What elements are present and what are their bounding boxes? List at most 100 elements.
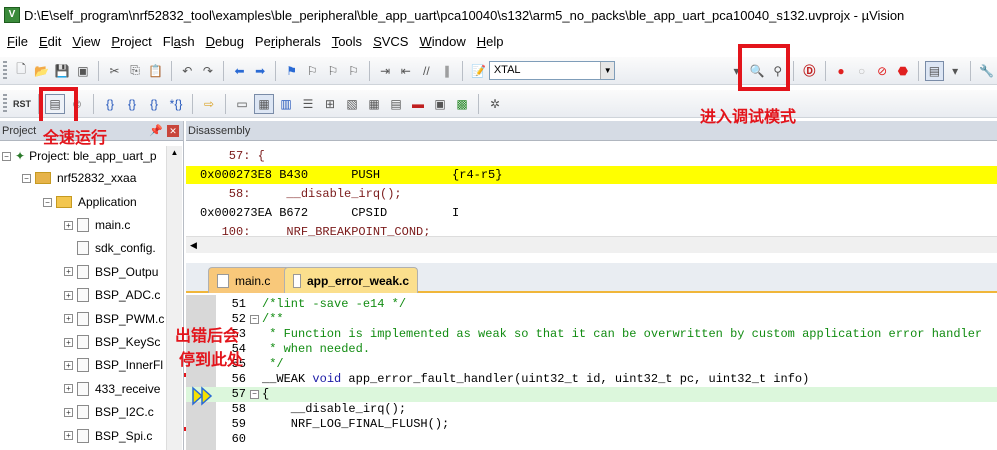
- tree-file-item[interactable]: + BSP_ADC.c: [64, 284, 160, 306]
- tree-file-item[interactable]: sdk_config.: [64, 237, 156, 259]
- scroll-left-icon[interactable]: ◀: [190, 240, 197, 250]
- pin-icon[interactable]: 📌: [149, 124, 163, 137]
- start-debug-icon[interactable]: Ⓓ: [800, 61, 819, 81]
- indent-icon[interactable]: ⇥: [376, 61, 395, 81]
- new-file-icon[interactable]: 🗋: [12, 61, 31, 81]
- show-next-statement-icon[interactable]: ⇨: [199, 94, 219, 114]
- collapse-icon[interactable]: −: [43, 197, 52, 207]
- menu-debug[interactable]: Debug: [203, 34, 252, 49]
- find-in-files-icon[interactable]: 📝: [469, 61, 488, 81]
- tree-file-item[interactable]: +433_receive: [64, 378, 160, 400]
- menu-help[interactable]: Help: [474, 34, 512, 49]
- prev-bookmark-icon[interactable]: ⚐: [303, 61, 322, 81]
- layout-dropdown-icon[interactable]: ▾: [946, 61, 965, 81]
- project-scrollbar[interactable]: ▲: [166, 146, 182, 450]
- menu-svcs[interactable]: SVCS: [370, 34, 416, 49]
- fold-icon[interactable]: −: [250, 390, 259, 399]
- code-line: 55 */: [186, 357, 997, 372]
- step-out-icon[interactable]: {}: [144, 94, 164, 114]
- tab-main-c[interactable]: main.c: [208, 267, 290, 293]
- toolbox-icon[interactable]: ✲: [485, 94, 505, 114]
- tab-app-error-weak-c[interactable]: app_error_weak.c: [284, 267, 418, 293]
- call-stack-icon[interactable]: ⊞: [320, 94, 340, 114]
- window-layout-icon[interactable]: ▤: [925, 60, 944, 81]
- expand-icon[interactable]: +: [64, 267, 73, 277]
- tree-file-item[interactable]: + BSP_InnerFl: [64, 354, 163, 376]
- toolbar-separator: [793, 60, 795, 81]
- tree-file-item[interactable]: + BSP_KeySc: [64, 331, 160, 353]
- collapse-icon[interactable]: −: [22, 173, 31, 183]
- expand-icon[interactable]: +: [64, 220, 73, 230]
- memory-window-icon[interactable]: ▦: [364, 94, 384, 114]
- disable-breakpoints-icon[interactable]: ⊘: [873, 61, 892, 81]
- serial-window-icon[interactable]: ▤: [386, 94, 406, 114]
- expand-icon[interactable]: +: [64, 314, 73, 324]
- menu-file[interactable]: File: [4, 34, 36, 49]
- expand-icon[interactable]: [64, 243, 73, 253]
- target-select[interactable]: XTAL ▼: [488, 61, 616, 80]
- trace-icon[interactable]: ▣: [430, 94, 450, 114]
- next-bookmark-icon[interactable]: ⚐: [324, 61, 343, 81]
- menu-project[interactable]: Project: [108, 34, 159, 49]
- target-icon: [35, 172, 51, 184]
- chevron-down-icon[interactable]: ▼: [600, 62, 615, 79]
- undo-icon[interactable]: ↶: [178, 61, 197, 81]
- breakpoint-icon[interactable]: ●: [832, 61, 851, 81]
- expand-icon[interactable]: +: [64, 384, 73, 394]
- expand-icon[interactable]: +: [64, 290, 73, 300]
- reset-icon[interactable]: RST: [12, 94, 32, 114]
- open-folder-icon[interactable]: 📂: [32, 61, 51, 81]
- configure-icon[interactable]: 🔧: [977, 61, 996, 81]
- bookmark-icon[interactable]: ⚑: [282, 61, 301, 81]
- menu-edit[interactable]: Edit: [36, 34, 69, 49]
- code-editor[interactable]: 51 /*lint -save -e14 */52/** −53 * Functio…: [186, 295, 997, 450]
- menu-window[interactable]: Window: [416, 34, 473, 49]
- tree-file-item[interactable]: + BSP_PWM.c: [64, 308, 164, 330]
- menu-flash[interactable]: Flash: [160, 34, 203, 49]
- tree-file-item[interactable]: + BSP_I2C.c: [64, 401, 154, 423]
- step-into-icon[interactable]: {}: [100, 94, 120, 114]
- expand-icon[interactable]: +: [64, 431, 73, 441]
- menu-peripherals[interactable]: Peripherals: [252, 34, 329, 49]
- run-to-cursor-icon[interactable]: *{}: [166, 94, 186, 114]
- redo-icon[interactable]: ↷: [199, 61, 218, 81]
- tree-group-application[interactable]: − Application: [43, 191, 137, 213]
- expand-icon[interactable]: +: [64, 337, 73, 347]
- title-bar: V D:\E\self_program\nrf52832_tool\exampl…: [0, 0, 997, 30]
- tree-file-item[interactable]: + BSP_Spi.c: [64, 425, 152, 447]
- uncomment-icon[interactable]: ∥: [438, 61, 457, 81]
- unindent-icon[interactable]: ⇤: [396, 61, 415, 81]
- cut-icon[interactable]: ✂: [105, 61, 124, 81]
- fold-icon[interactable]: −: [250, 315, 259, 324]
- registers-window-icon[interactable]: ☰: [298, 94, 318, 114]
- symbols-window-icon[interactable]: ▥: [276, 94, 296, 114]
- scroll-up-icon[interactable]: ▲: [167, 148, 182, 157]
- menu-view[interactable]: View: [69, 34, 108, 49]
- expand-icon[interactable]: +: [64, 360, 73, 370]
- collapse-icon[interactable]: −: [2, 151, 11, 161]
- logic-analyzer-icon[interactable]: ▬: [408, 94, 428, 114]
- tree-target[interactable]: − nrf52832_xxaa: [22, 167, 136, 189]
- nav-forward-icon[interactable]: ➡: [251, 61, 270, 81]
- tree-root[interactable]: − ✦ Project: ble_app_uart_p: [2, 145, 157, 167]
- command-window-icon[interactable]: ▭: [232, 94, 252, 114]
- tree-file-item[interactable]: + main.c: [64, 214, 130, 236]
- nav-back-icon[interactable]: ⬅: [230, 61, 249, 81]
- clear-bookmarks-icon[interactable]: ⚐: [344, 61, 363, 81]
- expand-icon[interactable]: +: [64, 407, 73, 417]
- comment-icon[interactable]: //: [417, 61, 436, 81]
- tree-file-item[interactable]: + BSP_Outpu: [64, 261, 158, 283]
- save-icon[interactable]: 💾: [53, 61, 72, 81]
- step-over-icon[interactable]: {}: [122, 94, 142, 114]
- watch-window-icon[interactable]: ▧: [342, 94, 362, 114]
- system-viewer-icon[interactable]: ▩: [452, 94, 472, 114]
- menu-tools[interactable]: Tools: [329, 34, 370, 49]
- close-icon[interactable]: ✕: [167, 124, 179, 137]
- copy-icon[interactable]: ⎘: [126, 61, 145, 81]
- disassembly-window-icon[interactable]: ▦: [254, 93, 274, 114]
- save-all-icon[interactable]: ▣: [74, 61, 93, 81]
- disassembly-hscrollbar[interactable]: ◀: [186, 236, 997, 253]
- enable-breakpoint-icon[interactable]: ○: [852, 61, 871, 81]
- paste-icon[interactable]: 📋: [146, 61, 165, 81]
- kill-breakpoints-icon[interactable]: ⬣: [894, 61, 913, 81]
